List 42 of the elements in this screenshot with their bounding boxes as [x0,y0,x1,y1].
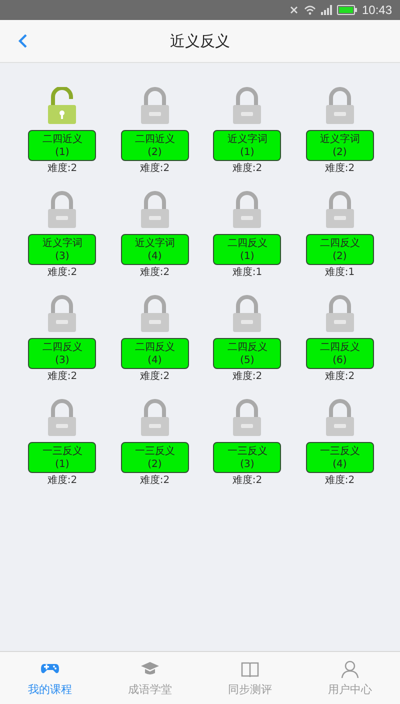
difficulty-label: 难度:2 [232,162,262,175]
lesson-button[interactable]: 近义字词 (2) [306,130,374,161]
lesson-button[interactable]: 近义字词 (3) [28,234,96,265]
difficulty-label: 难度:2 [47,266,78,279]
difficulty-label: 难度:2 [140,370,170,383]
lesson-button[interactable]: 二四近义 (2) [120,130,189,161]
difficulty-label: 难度:2 [47,474,78,487]
lesson-button[interactable]: 二四反义 (6) [306,338,374,369]
difficulty-label: 难度:2 [232,370,262,383]
signal-icon [320,5,332,15]
wifi-icon [304,5,316,15]
difficulty-label: 难度:1 [324,266,355,279]
mute-icon [288,5,299,15]
lesson-button[interactable]: 二四反义 (1) [213,234,282,265]
lesson-button[interactable]: 二四反义 (4) [120,338,189,369]
status-time: 10:43 [362,3,392,17]
user-icon [340,660,360,678]
graduation-cap-icon [140,660,160,678]
difficulty-label: 难度:2 [47,162,78,175]
difficulty-label: 难度:2 [140,266,170,279]
lesson-button[interactable]: 二四反义 (2) [306,234,374,265]
difficulty-label: 难度:1 [232,266,262,279]
difficulty-label: 难度:2 [324,370,355,383]
lesson-button[interactable]: 二四反义 (5) [213,338,282,369]
battery-icon [336,5,357,15]
lesson-button[interactable]: 近义字词 (1) [213,130,282,161]
lesson-button[interactable]: 二四反义 (3) [28,338,96,369]
lesson-button[interactable]: 一三反义 (2) [120,442,189,473]
difficulty-label: 难度:2 [324,474,355,487]
back-icon [18,33,28,49]
difficulty-label: 难度:2 [324,162,355,175]
page-title: 近义反义 [170,32,230,50]
lesson-button[interactable]: 一三反义 (1) [28,442,96,473]
difficulty-label: 难度:2 [232,474,262,487]
lesson-button[interactable]: 近义字词 (4) [120,234,189,265]
difficulty-label: 难度:2 [47,370,78,383]
lesson-button[interactable]: 一三反义 (3) [213,442,282,473]
book-icon [240,660,260,678]
difficulty-label: 难度:2 [140,474,170,487]
lesson-button[interactable]: 一三反义 (4) [306,442,374,473]
difficulty-label: 难度:2 [140,162,170,175]
lesson-button[interactable]: 二四近义 (1) [28,130,96,161]
